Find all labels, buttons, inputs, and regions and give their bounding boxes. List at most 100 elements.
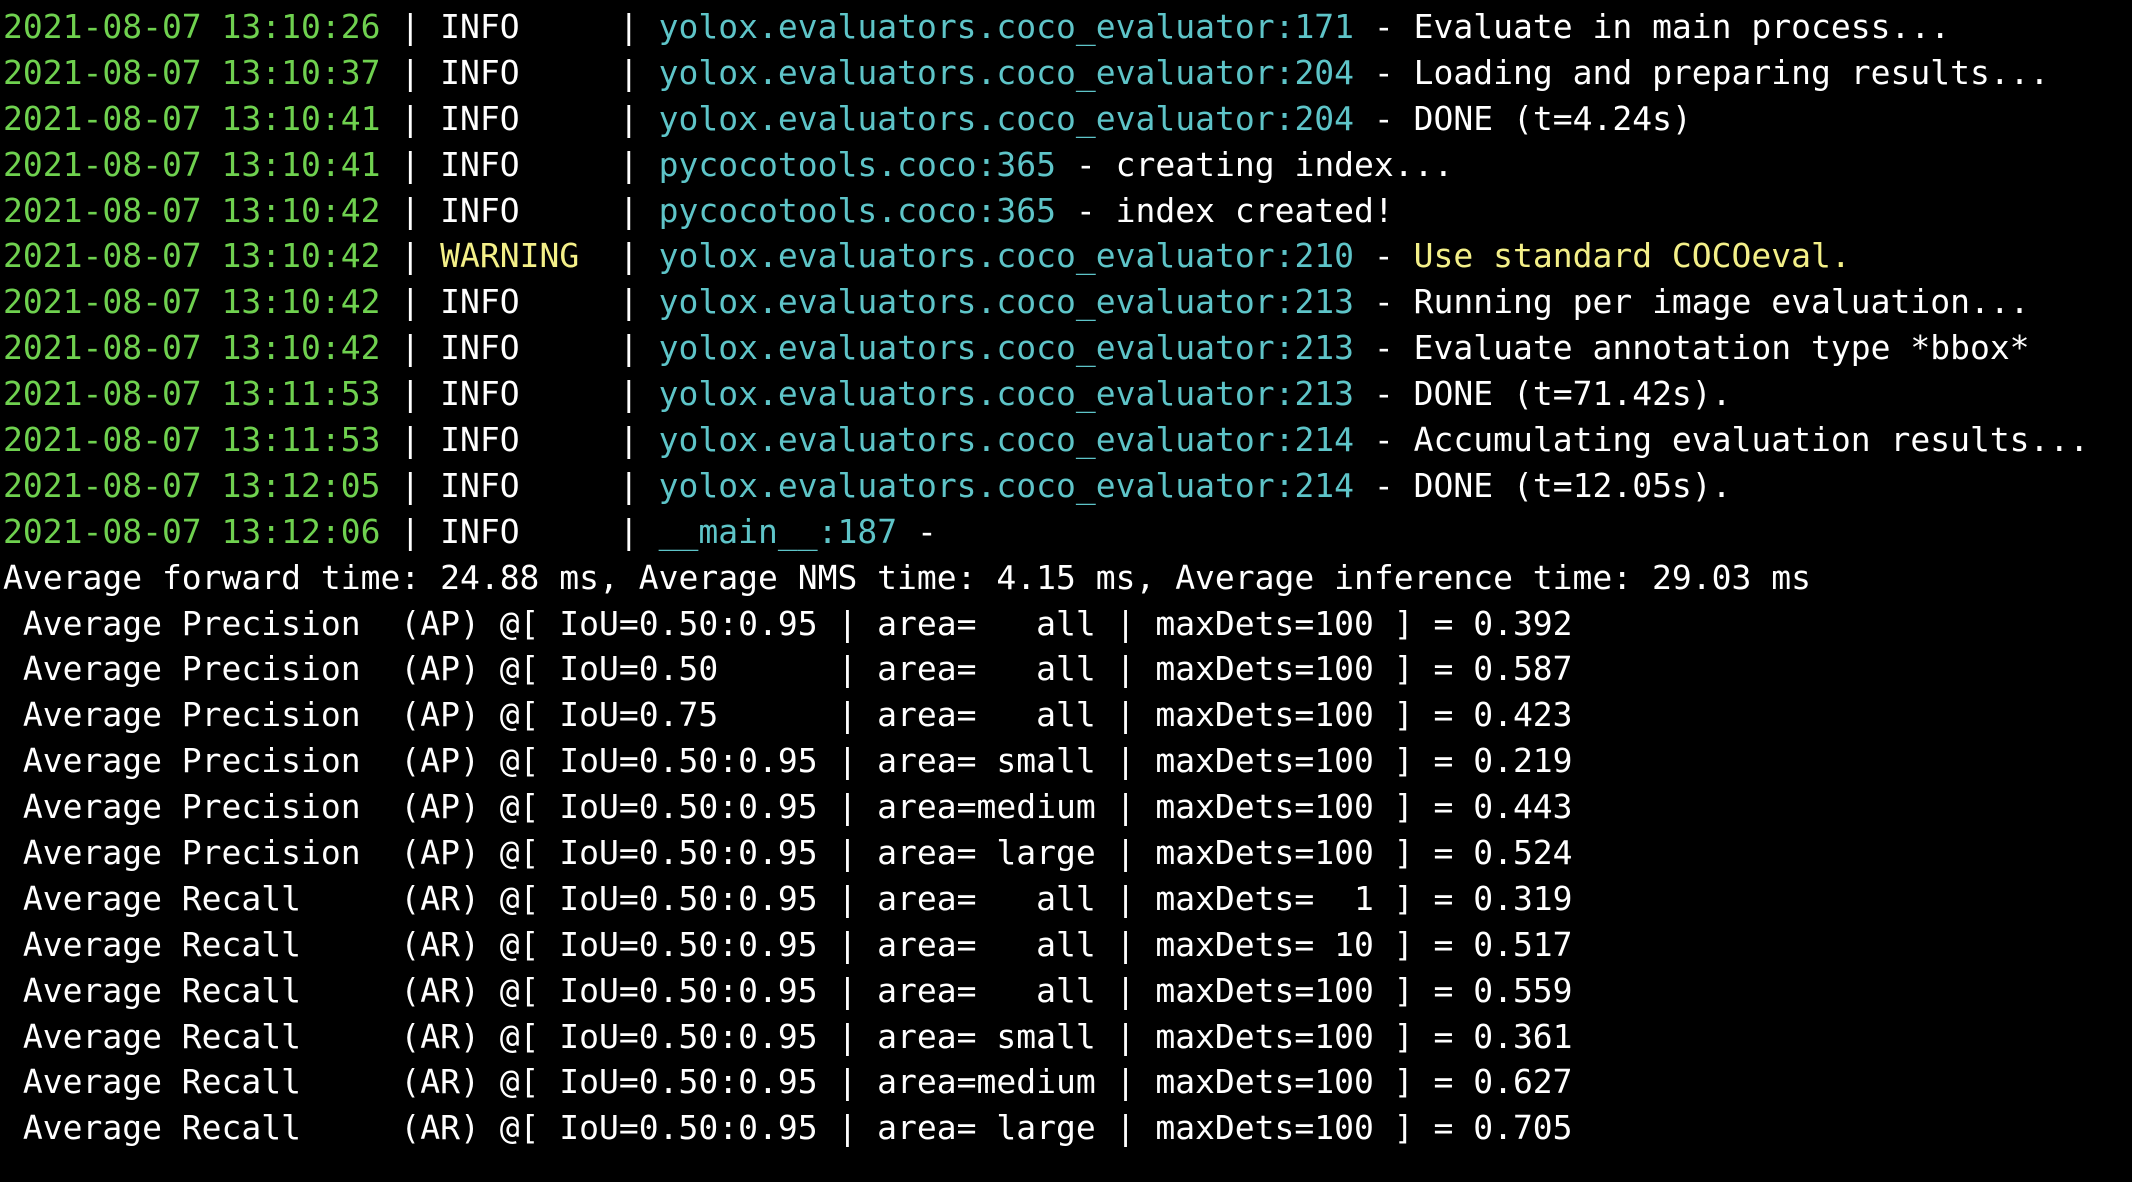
log-line: 2021-08-07 13:10:41 | INFO | pycocotools… [3,142,2132,188]
log-timestamp: 2021-08-07 13:10:41 [3,144,381,184]
log-line: 2021-08-07 13:10:26 | INFO | yolox.evalu… [3,4,2132,50]
log-separator: | [380,420,441,460]
log-message: Running per image evaluation... [1413,282,2030,322]
metric-line: Average Precision (AP) @[ IoU=0.50:0.95 … [3,787,1573,827]
log-level-warning: WARNING [440,236,600,276]
log-level: INFO [440,190,600,230]
log-block: 2021-08-07 13:10:26 | INFO | yolox.evalu… [3,4,2132,555]
log-level: INFO [440,374,600,414]
metric-line: Average Recall (AR) @[ IoU=0.50:0.95 | a… [3,1062,1573,1102]
log-separator: | [599,374,659,414]
log-dash: - [1056,190,1116,230]
log-module: yolox.evaluators.coco_evaluator:204 [658,98,1355,138]
log-module: yolox.evaluators.coco_evaluator:210 [658,236,1355,276]
log-module: yolox.evaluators.coco_evaluator:213 [658,282,1355,322]
log-module: yolox.evaluators.coco_evaluator:213 [658,374,1355,414]
log-level: INFO [440,465,600,505]
metric-line: Average Recall (AR) @[ IoU=0.50:0.95 | a… [3,924,1573,964]
log-timestamp: 2021-08-07 13:11:53 [3,374,381,414]
log-module: pycocotools.coco:365 [658,190,1057,230]
log-separator: | [599,328,659,368]
log-separator: | [380,374,441,414]
log-message: Accumulating evaluation results... [1413,420,2090,460]
log-separator: | [599,511,659,551]
log-timestamp: 2021-08-07 13:10:41 [3,98,381,138]
log-dash: - [1354,98,1414,138]
log-timestamp: 2021-08-07 13:10:26 [3,7,381,46]
log-dash: - [1354,328,1414,368]
log-separator: | [599,98,659,138]
metric-line: Average Precision (AP) @[ IoU=0.50:0.95 … [3,603,1573,643]
log-timestamp: 2021-08-07 13:10:37 [3,52,381,92]
log-message: creating index... [1115,144,1454,184]
metric-line: Average Precision (AP) @[ IoU=0.50:0.95 … [3,833,1573,873]
log-level: INFO [440,7,600,46]
log-dash: - [1354,374,1414,414]
log-timestamp: 2021-08-07 13:10:42 [3,190,381,230]
log-line: 2021-08-07 13:11:53 | INFO | yolox.evalu… [3,371,2132,417]
log-message: Evaluate in main process... [1413,7,1951,46]
log-level: INFO [440,511,600,551]
log-message: DONE (t=12.05s). [1413,465,1732,505]
log-separator: | [599,282,659,322]
log-line: 2021-08-07 13:10:42 | INFO | yolox.evalu… [3,279,2132,325]
log-level: INFO [440,420,600,460]
metric-line: Average Recall (AR) @[ IoU=0.50:0.95 | a… [3,1016,1573,1056]
log-separator: | [599,420,659,460]
log-separator: | [380,465,441,505]
log-dash: - [1354,236,1414,276]
log-dash: - [1354,420,1414,460]
log-dash: - [1354,282,1414,322]
log-separator: | [599,7,659,46]
log-line: 2021-08-07 13:10:42 | INFO | yolox.evalu… [3,325,2132,371]
log-message: Evaluate annotation type *bbox* [1413,328,2030,368]
log-module: yolox.evaluators.coco_evaluator:171 [658,7,1355,46]
log-message: DONE (t=4.24s) [1413,98,1692,138]
log-level: INFO [440,144,600,184]
log-line: 2021-08-07 13:11:53 | INFO | yolox.evalu… [3,417,2132,463]
log-message: Loading and preparing results... [1413,52,2050,92]
log-line: 2021-08-07 13:12:05 | INFO | yolox.evalu… [3,463,2132,509]
log-module: yolox.evaluators.coco_evaluator:204 [658,52,1355,92]
log-message: DONE (t=71.42s). [1413,374,1732,414]
metrics-block: Average Precision (AP) @[ IoU=0.50:0.95 … [3,601,2132,1152]
log-dash: - [1056,144,1116,184]
log-timestamp: 2021-08-07 13:10:42 [3,282,381,322]
metric-line: Average Precision (AP) @[ IoU=0.75 | are… [3,695,1573,735]
log-separator: | [380,282,441,322]
log-separator: | [599,465,659,505]
log-dash: - [897,511,957,551]
log-timestamp: 2021-08-07 13:10:42 [3,236,381,276]
terminal-output[interactable]: 2021-08-07 13:10:26 | INFO | yolox.evalu… [0,0,2132,1182]
metric-line: Average Recall (AR) @[ IoU=0.50:0.95 | a… [3,1108,1573,1148]
log-level: INFO [440,52,600,92]
log-level: INFO [440,98,600,138]
log-module: pycocotools.coco:365 [658,144,1057,184]
log-level: INFO [440,328,600,368]
log-separator: | [380,98,441,138]
log-line: 2021-08-07 13:10:41 | INFO | yolox.evalu… [3,96,2132,142]
log-line: 2021-08-07 13:10:42 | INFO | pycocotools… [3,188,2132,234]
log-timestamp: 2021-08-07 13:12:05 [3,465,381,505]
timing-text: Average forward time: 24.88 ms, Average … [3,557,1811,597]
log-separator: | [599,236,659,276]
timing-line: Average forward time: 24.88 ms, Average … [3,555,2132,601]
log-dash: - [1354,52,1414,92]
log-line: 2021-08-07 13:10:42 | WARNING | yolox.ev… [3,233,2132,279]
log-separator: | [380,511,441,551]
log-dash: - [1354,465,1414,505]
log-separator: | [380,7,441,46]
log-message: Use standard COCOeval. [1413,236,1851,276]
log-timestamp: 2021-08-07 13:11:53 [3,420,381,460]
metric-line: Average Precision (AP) @[ IoU=0.50 | are… [3,649,1573,689]
log-separator: | [380,52,441,92]
log-module: yolox.evaluators.coco_evaluator:213 [658,328,1355,368]
log-line: 2021-08-07 13:12:06 | INFO | __main__:18… [3,509,2132,555]
log-module: yolox.evaluators.coco_evaluator:214 [658,420,1355,460]
log-module: yolox.evaluators.coco_evaluator:214 [658,465,1355,505]
log-separator: | [599,52,659,92]
log-separator: | [380,190,441,230]
log-timestamp: 2021-08-07 13:12:06 [3,511,381,551]
metric-line: Average Precision (AP) @[ IoU=0.50:0.95 … [3,741,1573,781]
log-separator: | [380,236,441,276]
